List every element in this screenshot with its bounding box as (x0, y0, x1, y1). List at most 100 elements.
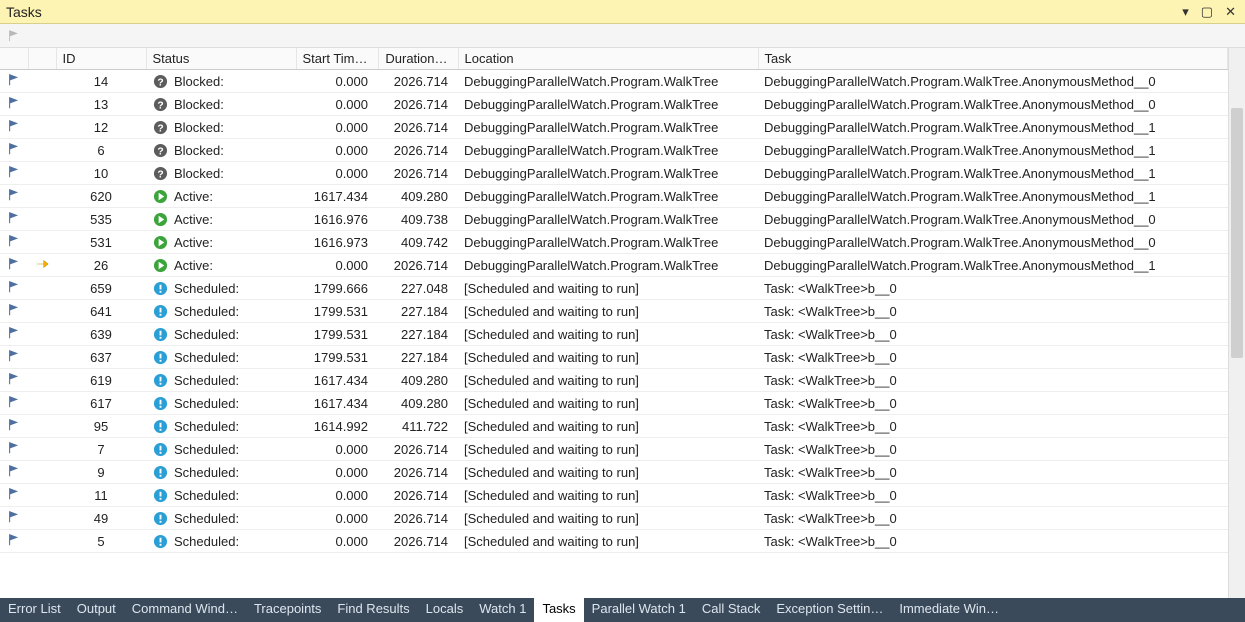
col-current[interactable] (28, 48, 56, 70)
flag-icon[interactable] (6, 256, 22, 272)
table-row[interactable]: 535Active:1616.976409.738DebuggingParall… (0, 208, 1228, 231)
table-row[interactable]: 49Scheduled:0.0002026.714[Scheduled and … (0, 507, 1228, 530)
table-row[interactable]: 531Active:1616.973409.742DebuggingParall… (0, 231, 1228, 254)
tab-command-wind[interactable]: Command Wind… (124, 598, 246, 622)
flag-cell[interactable] (0, 346, 28, 369)
flag-icon[interactable] (6, 440, 22, 456)
table-row[interactable]: 11Scheduled:0.0002026.714[Scheduled and … (0, 484, 1228, 507)
flag-cell[interactable] (0, 231, 28, 254)
flag-cell[interactable] (0, 116, 28, 139)
table-row[interactable]: 619Scheduled:1617.434409.280[Scheduled a… (0, 369, 1228, 392)
id-cell: 49 (56, 507, 146, 530)
table-row[interactable]: 617Scheduled:1617.434409.280[Scheduled a… (0, 392, 1228, 415)
flag-icon[interactable] (6, 417, 22, 433)
col-location[interactable]: Location (458, 48, 758, 70)
flag-cell[interactable] (0, 484, 28, 507)
flag-cell[interactable] (0, 415, 28, 438)
table-row[interactable]: 95Scheduled:1614.992411.722[Scheduled an… (0, 415, 1228, 438)
scrollbar-thumb[interactable] (1231, 108, 1243, 358)
tab-watch-1[interactable]: Watch 1 (471, 598, 534, 622)
flag-icon[interactable] (6, 532, 22, 548)
maximize-button[interactable]: ▢ (1198, 4, 1216, 20)
table-row[interactable]: 637Scheduled:1799.531227.184[Scheduled a… (0, 346, 1228, 369)
vertical-scrollbar[interactable] (1228, 48, 1245, 598)
task-cell: DebuggingParallelWatch.Program.WalkTree.… (758, 116, 1227, 139)
duration-cell: 409.280 (378, 185, 458, 208)
flag-icon[interactable] (6, 72, 22, 88)
table-row[interactable]: 13Blocked:0.0002026.714DebuggingParallel… (0, 93, 1228, 116)
flag-icon[interactable] (6, 348, 22, 364)
id-cell: 95 (56, 415, 146, 438)
tab-exception-settin[interactable]: Exception Settin… (768, 598, 891, 622)
table-row[interactable]: 9Scheduled:0.0002026.714[Scheduled and w… (0, 461, 1228, 484)
flag-cell[interactable] (0, 369, 28, 392)
tab-find-results[interactable]: Find Results (329, 598, 417, 622)
flag-cell[interactable] (0, 323, 28, 346)
table-row[interactable]: 641Scheduled:1799.531227.184[Scheduled a… (0, 300, 1228, 323)
col-flag[interactable] (0, 48, 28, 70)
table-row[interactable]: 659Scheduled:1799.666227.048[Scheduled a… (0, 277, 1228, 300)
flag-icon[interactable] (6, 325, 22, 341)
table-row[interactable]: 26Active:0.0002026.714DebuggingParallelW… (0, 254, 1228, 277)
duration-cell: 2026.714 (378, 530, 458, 553)
flag-cell[interactable] (0, 507, 28, 530)
active-icon (152, 188, 168, 204)
flag-icon[interactable] (6, 187, 22, 203)
tab-call-stack[interactable]: Call Stack (694, 598, 769, 622)
flag-cell[interactable] (0, 185, 28, 208)
flag-icon[interactable] (6, 486, 22, 502)
flag-cell[interactable] (0, 461, 28, 484)
table-row[interactable]: 10Blocked:0.0002026.714DebuggingParallel… (0, 162, 1228, 185)
flag-cell[interactable] (0, 208, 28, 231)
flag-cell[interactable] (0, 139, 28, 162)
tab-parallel-watch-1[interactable]: Parallel Watch 1 (584, 598, 694, 622)
flag-icon[interactable] (6, 233, 22, 249)
flag-icon[interactable] (6, 509, 22, 525)
status-text: Blocked: (174, 143, 224, 158)
table-row[interactable]: 12Blocked:0.0002026.714DebuggingParallel… (0, 116, 1228, 139)
flag-icon[interactable] (6, 463, 22, 479)
flag-cell[interactable] (0, 254, 28, 277)
flag-cell[interactable] (0, 277, 28, 300)
flag-cell[interactable] (0, 162, 28, 185)
flag-cell[interactable] (0, 392, 28, 415)
col-status[interactable]: Status (146, 48, 296, 70)
duration-cell: 2026.714 (378, 93, 458, 116)
id-cell: 9 (56, 461, 146, 484)
tab-tasks[interactable]: Tasks (534, 598, 583, 622)
tab-error-list[interactable]: Error List (0, 598, 69, 622)
flag-icon[interactable] (6, 141, 22, 157)
flag-icon[interactable] (6, 394, 22, 410)
flag-cell[interactable] (0, 530, 28, 553)
col-start[interactable]: Start Tim… (296, 48, 378, 70)
table-row[interactable]: 7Scheduled:0.0002026.714[Scheduled and w… (0, 438, 1228, 461)
flag-toolbar-icon[interactable] (6, 28, 22, 44)
tab-locals[interactable]: Locals (418, 598, 472, 622)
flag-icon[interactable] (6, 279, 22, 295)
flag-icon[interactable] (6, 95, 22, 111)
flag-icon[interactable] (6, 118, 22, 134)
flag-icon[interactable] (6, 164, 22, 180)
flag-cell[interactable] (0, 93, 28, 116)
tab-output[interactable]: Output (69, 598, 124, 622)
flag-cell[interactable] (0, 300, 28, 323)
flag-cell[interactable] (0, 70, 28, 93)
col-duration[interactable]: Duration… (378, 48, 458, 70)
location-cell: [Scheduled and waiting to run] (458, 484, 758, 507)
active-icon (152, 234, 168, 250)
flag-icon[interactable] (6, 371, 22, 387)
flag-icon[interactable] (6, 210, 22, 226)
table-row[interactable]: 620Active:1617.434409.280DebuggingParall… (0, 185, 1228, 208)
flag-cell[interactable] (0, 438, 28, 461)
table-row[interactable]: 5Scheduled:0.0002026.714[Scheduled and w… (0, 530, 1228, 553)
close-button[interactable]: ✕ (1222, 4, 1239, 20)
table-row[interactable]: 6Blocked:0.0002026.714DebuggingParallelW… (0, 139, 1228, 162)
table-row[interactable]: 14Blocked:0.0002026.714DebuggingParallel… (0, 70, 1228, 93)
col-task[interactable]: Task (758, 48, 1227, 70)
table-row[interactable]: 639Scheduled:1799.531227.184[Scheduled a… (0, 323, 1228, 346)
window-menu-button[interactable]: ▾ (1179, 4, 1192, 20)
tab-immediate-win[interactable]: Immediate Win… (891, 598, 1007, 622)
tab-tracepoints[interactable]: Tracepoints (246, 598, 329, 622)
flag-icon[interactable] (6, 302, 22, 318)
col-id[interactable]: ID (56, 48, 146, 70)
